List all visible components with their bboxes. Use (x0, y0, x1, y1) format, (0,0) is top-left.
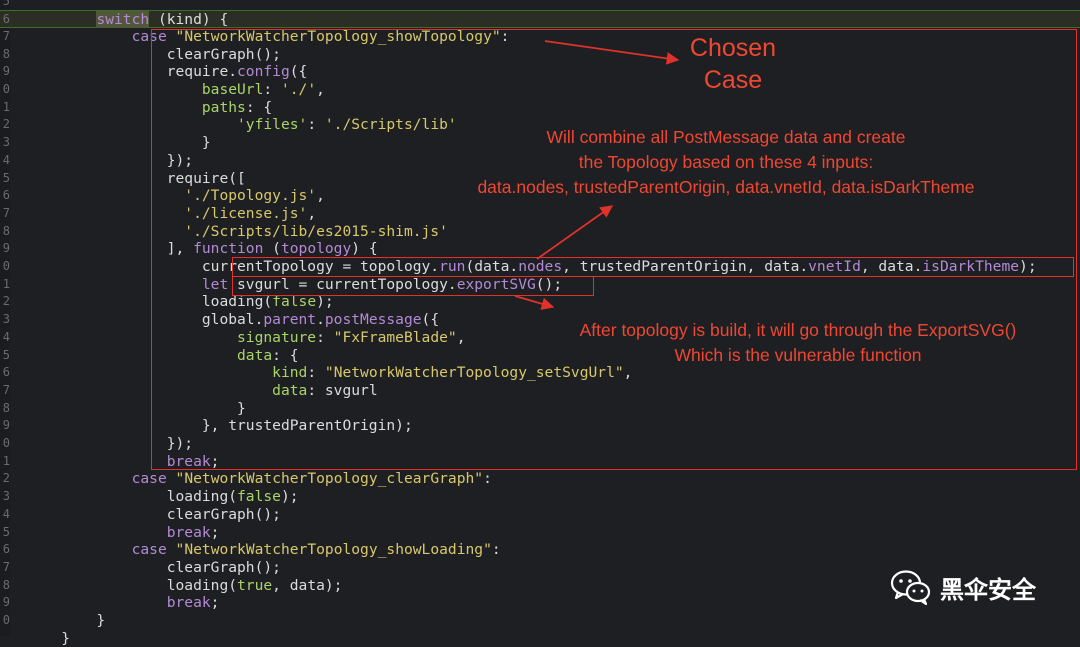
export-note-line1: After topology is build, it will go thro… (579, 320, 1017, 340)
combine-note-line3: data.nodes, trustedParentOrigin, data.vn… (477, 177, 975, 197)
combine-note: Will combine all PostMessage data and cr… (440, 125, 1012, 200)
export-note: After topology is build, it will go thro… (536, 318, 1060, 368)
chosen-case-label-line2: Case (703, 66, 763, 94)
wechat-icon (890, 570, 931, 606)
chosen-case-label: Chosen Case (670, 32, 796, 96)
watermark-text: 黑伞安全 (940, 575, 1036, 604)
arrow-to-combine-note (536, 205, 614, 260)
arrow-to-chosen-case (544, 40, 680, 65)
export-note-line2: Which is the vulnerable function (674, 345, 922, 365)
arrow-to-export-note (514, 295, 555, 310)
code-editor[interactable]: 56 switch (kind) {7 case "NetworkWatcher… (0, 0, 1080, 647)
combine-note-line2: the Topology based on these 4 inputs: (578, 152, 874, 172)
chosen-case-label-line1: Chosen (689, 34, 777, 62)
combine-note-line1: Will combine all PostMessage data and cr… (546, 127, 906, 147)
watermark: 黑伞安全 (890, 568, 1036, 606)
